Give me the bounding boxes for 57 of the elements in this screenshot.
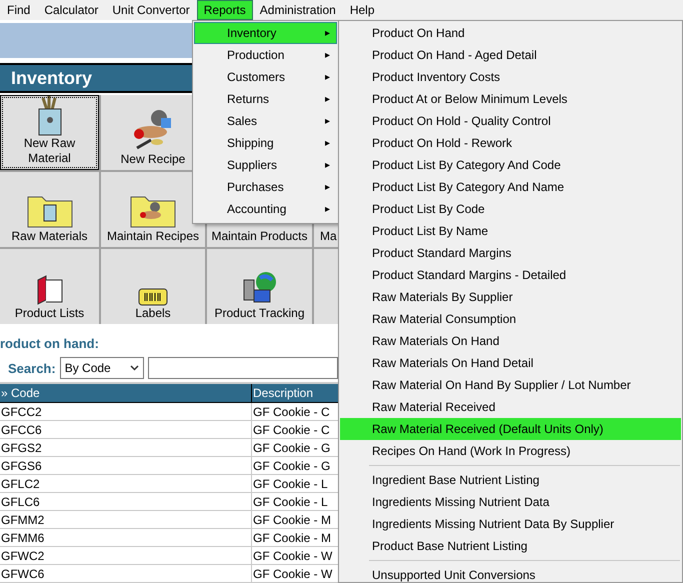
menu-item[interactable]: Raw Material On Hand By Supplier / Lot Number [340, 374, 681, 396]
tile-button[interactable]: Product Tracking [207, 249, 312, 324]
menu-item[interactable]: Product Standard Margins - Detailed [340, 264, 681, 286]
menu-item[interactable]: Product List By Code [340, 198, 681, 220]
submenu-item[interactable]: Production ▸ [194, 44, 337, 66]
menu-item[interactable]: Product Inventory Costs [340, 66, 681, 88]
table-cell: GFCC6 [0, 421, 252, 439]
menu-item[interactable]: Raw Material Received [340, 396, 681, 418]
menu-item[interactable]: Unsupported Unit Conversions [340, 564, 681, 583]
column-header[interactable]: Description [252, 384, 338, 403]
search-mode-select[interactable]: By Code [60, 357, 144, 379]
menu-item[interactable]: Raw Materials On Hand Detail [340, 352, 681, 374]
table-cell: GFMM6 [0, 529, 252, 547]
menu-item[interactable]: Product At or Below Minimum Levels [340, 88, 681, 110]
menu-item[interactable]: Product Standard Margins [340, 242, 681, 264]
menu-item[interactable]: Raw Materials On Hand [340, 330, 681, 352]
menu-item[interactable]: Ingredient Base Nutrient Listing [340, 469, 681, 491]
menu-item[interactable]: Reports [196, 0, 253, 20]
menu-item[interactable]: Raw Materials By Supplier [340, 286, 681, 308]
barcode-icon [138, 288, 168, 306]
section-title: roduct on hand: [0, 336, 100, 351]
menu-item[interactable]: Raw Material Received (Default Units Only) [340, 418, 681, 440]
tile-button[interactable]: New Raw Material [0, 95, 99, 170]
menu-item[interactable]: Product On Hold - Quality Control [340, 110, 681, 132]
column-header[interactable]: » Code [0, 384, 252, 403]
search-label: Search: [8, 360, 56, 376]
menu-item[interactable]: Find [0, 0, 38, 20]
submenu-item[interactable]: Inventory ▸ [194, 22, 337, 44]
menu-item[interactable]: Product List By Category And Name [340, 176, 681, 198]
menu-item[interactable]: Unit Convertor [105, 0, 197, 20]
menu-item[interactable]: Help [342, 0, 382, 20]
tile-button[interactable]: Raw Materials [0, 172, 99, 247]
table-cell: GFLC2 [0, 475, 252, 493]
menu-item[interactable]: Product On Hand [340, 22, 681, 44]
tile-button[interactable]: Product Lists [0, 249, 99, 324]
table-cell: GFGS2 [0, 439, 252, 457]
tile-button[interactable]: Labels [101, 249, 205, 324]
submenu-item[interactable]: Customers ▸ [194, 66, 337, 88]
menu-item[interactable]: Product On Hold - Rework [340, 132, 681, 154]
table-cell: GFCC2 [0, 403, 252, 421]
search-field[interactable] [148, 357, 338, 379]
table-cell: GFGS6 [0, 457, 252, 475]
tile-button[interactable]: Maintain Recipes [101, 172, 205, 247]
menu-item[interactable]: Ingredients Missing Nutrient Data [340, 491, 681, 513]
menu-item[interactable]: Administration [252, 0, 343, 20]
table-cell: GFLC6 [0, 493, 252, 511]
menu-item[interactable]: Product List By Name [340, 220, 681, 242]
menu-item[interactable]: Product On Hand - Aged Detail [340, 44, 681, 66]
menu-item[interactable]: Product List By Category And Code [340, 154, 681, 176]
menu-item[interactable]: Product Base Nutrient Listing [340, 535, 681, 557]
menu-item[interactable]: Raw Material Consumption [340, 308, 681, 330]
table-cell: GFWC2 [0, 547, 252, 565]
menu-item[interactable]: Recipes On Hand (Work In Progress) [340, 440, 681, 462]
table-cell: GFWC6 [0, 565, 252, 583]
table-cell: GFMM2 [0, 511, 252, 529]
menu-item[interactable]: Ingredients Missing Nutrient Data By Supplier [340, 513, 681, 535]
menu-item[interactable]: Calculator [37, 0, 106, 20]
